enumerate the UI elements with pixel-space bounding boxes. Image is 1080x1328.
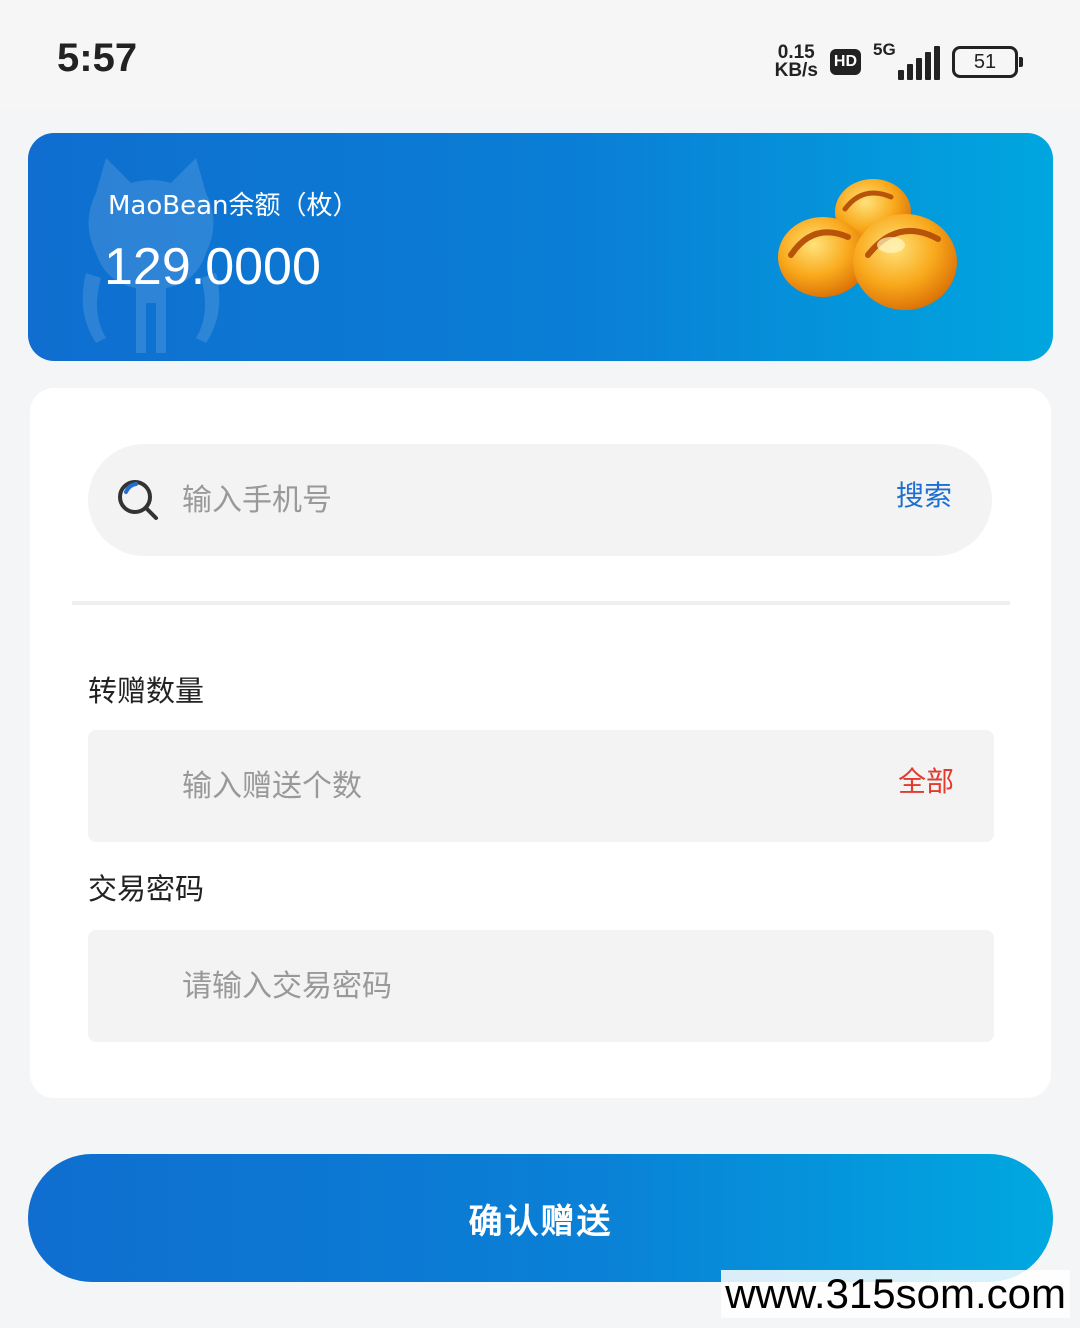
search-button[interactable]: 搜索 xyxy=(896,474,952,514)
all-amount-button[interactable]: 全部 xyxy=(898,760,954,800)
status-time: 5:57 xyxy=(57,36,138,80)
trade-password-box xyxy=(88,930,994,1042)
transfer-form-card: 搜索 转赠数量 全部 交易密码 xyxy=(30,388,1051,1098)
status-indicators: 0.15 KB/s HD 5G 51 xyxy=(774,40,1023,84)
balance-value: 129.0000 xyxy=(104,238,321,296)
transfer-amount-input[interactable] xyxy=(180,730,820,842)
balance-card: MaoBean余额（枚） 129.0000 xyxy=(28,133,1053,361)
battery-icon: 51 xyxy=(952,46,1023,78)
network-speed-unit: KB/s xyxy=(774,60,818,81)
phone-search-input[interactable] xyxy=(180,444,860,556)
confirm-gift-button[interactable]: 确认赠送 xyxy=(28,1154,1053,1282)
transfer-amount-label: 转赠数量 xyxy=(88,674,205,708)
network-type-label: 5G xyxy=(873,40,896,59)
trade-password-label: 交易密码 xyxy=(88,872,205,906)
battery-level: 51 xyxy=(973,50,997,73)
transfer-amount-box: 全部 xyxy=(88,730,994,842)
beans-icon xyxy=(778,179,957,310)
phone-search-box: 搜索 xyxy=(88,444,992,556)
hd-icon: HD xyxy=(829,49,861,75)
signal-icon: 5G xyxy=(873,40,940,80)
search-icon xyxy=(118,480,158,520)
status-bar: 5:57 0.15 KB/s HD 5G 51 xyxy=(0,0,1080,110)
site-watermark: www.315som.com xyxy=(721,1270,1070,1318)
balance-label: MaoBean余额（枚） xyxy=(108,191,359,221)
trade-password-input[interactable] xyxy=(180,930,820,1042)
divider xyxy=(72,601,1010,605)
network-speed: 0.15 KB/s xyxy=(774,43,818,81)
